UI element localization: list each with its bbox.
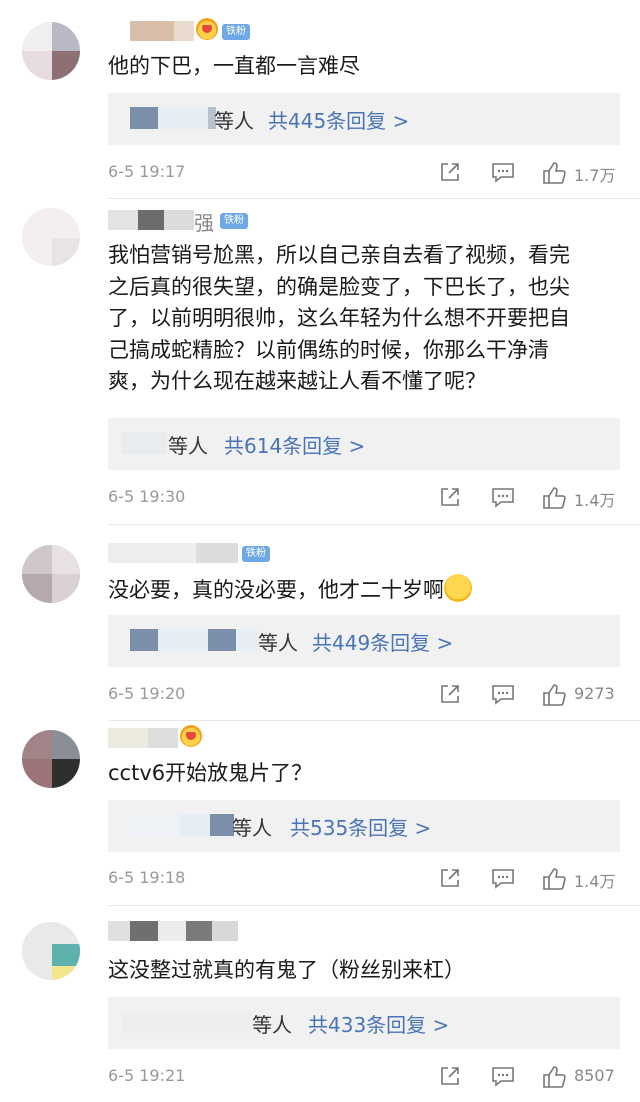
comment-text: 我怕营销号尬黑，所以自己亲自去看了视频，看完 之后真的很失望，的确是脸变了，下巴… [108, 243, 570, 393]
avatar[interactable] [22, 22, 80, 80]
divider [108, 720, 640, 721]
comment-text: 这没整过就真的有鬼了（粉丝别来杠） [108, 958, 465, 982]
fan-badge: 铁粉 [220, 213, 248, 229]
username-pixelated[interactable] [108, 918, 248, 944]
username-pixelated[interactable]: 铁粉 [108, 18, 268, 44]
reply-count-link[interactable]: 共433条回复 > [308, 1009, 449, 1038]
avatar[interactable] [22, 208, 80, 266]
reply-users: 等人 [232, 816, 272, 840]
fan-badge: 铁粉 [242, 546, 270, 562]
crown-icon [180, 725, 202, 747]
reply-summary[interactable]: 等人 共535条回复 > [108, 800, 620, 852]
like-count: 8507 [574, 1066, 615, 1085]
comment-text: 没必要，真的没必要，他才二十岁啊 [108, 574, 628, 607]
like-icon[interactable] [541, 1064, 567, 1090]
reply-users: 等人 [168, 434, 208, 458]
reply-summary[interactable]: 等人 共445条回复 > [108, 93, 620, 145]
like-icon[interactable] [541, 160, 567, 186]
comment-text: cctv6开始放鬼片了？ [108, 761, 313, 785]
avatar[interactable] [22, 730, 80, 788]
comment-icon[interactable] [490, 1064, 516, 1088]
reply-users: 等人 [252, 1013, 292, 1037]
divider [108, 905, 640, 906]
like-icon[interactable] [541, 866, 567, 892]
like-icon[interactable] [541, 682, 567, 708]
like-icon[interactable] [541, 485, 567, 511]
comment-icon[interactable] [490, 866, 516, 890]
emoji-smile-icon [444, 574, 472, 602]
reply-count-link[interactable]: 共449条回复 > [312, 627, 453, 656]
like-count: 1.4万 [574, 491, 616, 510]
username-pixelated[interactable]: 铁粉 [108, 540, 278, 566]
comment-time: 6-5 19:20 [108, 684, 186, 703]
like-count: 9273 [574, 684, 615, 703]
share-icon[interactable] [438, 866, 462, 890]
like-count: 1.7万 [574, 166, 616, 185]
reply-summary[interactable]: 等人 共433条回复 > [108, 997, 620, 1049]
reply-summary[interactable]: 等人 共614条回复 > [108, 418, 620, 470]
share-icon[interactable] [438, 485, 462, 509]
comment-time: 6-5 19:18 [108, 868, 186, 887]
comment-icon[interactable] [490, 485, 516, 509]
divider [108, 198, 640, 199]
comment-time: 6-5 19:21 [108, 1066, 186, 1085]
comment-icon[interactable] [490, 160, 516, 184]
reply-users: 等人 [258, 631, 298, 655]
reply-users: 等人 [214, 109, 254, 133]
share-icon[interactable] [438, 160, 462, 184]
like-count: 1.4万 [574, 872, 616, 891]
comment-text: 他的下巴，一直都一言难尽 [108, 54, 360, 78]
reply-count-link[interactable]: 共445条回复 > [268, 105, 409, 134]
comment-time: 6-5 19:30 [108, 487, 186, 506]
reply-count-link[interactable]: 共614条回复 > [224, 430, 365, 459]
reply-count-link[interactable]: 共535条回复 > [290, 812, 431, 841]
reply-summary[interactable]: 等人 共449条回复 > [108, 615, 620, 667]
comment-icon[interactable] [490, 682, 516, 706]
username-pixelated[interactable]: 强 铁粉 [108, 207, 268, 235]
avatar[interactable] [22, 922, 80, 980]
share-icon[interactable] [438, 1064, 462, 1088]
username-visible-char: 强 [194, 211, 214, 235]
username-pixelated[interactable] [108, 725, 218, 751]
comment-time: 6-5 19:17 [108, 162, 186, 181]
share-icon[interactable] [438, 682, 462, 706]
crown-icon [196, 18, 218, 40]
divider [108, 524, 640, 525]
fan-badge: 铁粉 [222, 24, 250, 40]
avatar[interactable] [22, 545, 80, 603]
